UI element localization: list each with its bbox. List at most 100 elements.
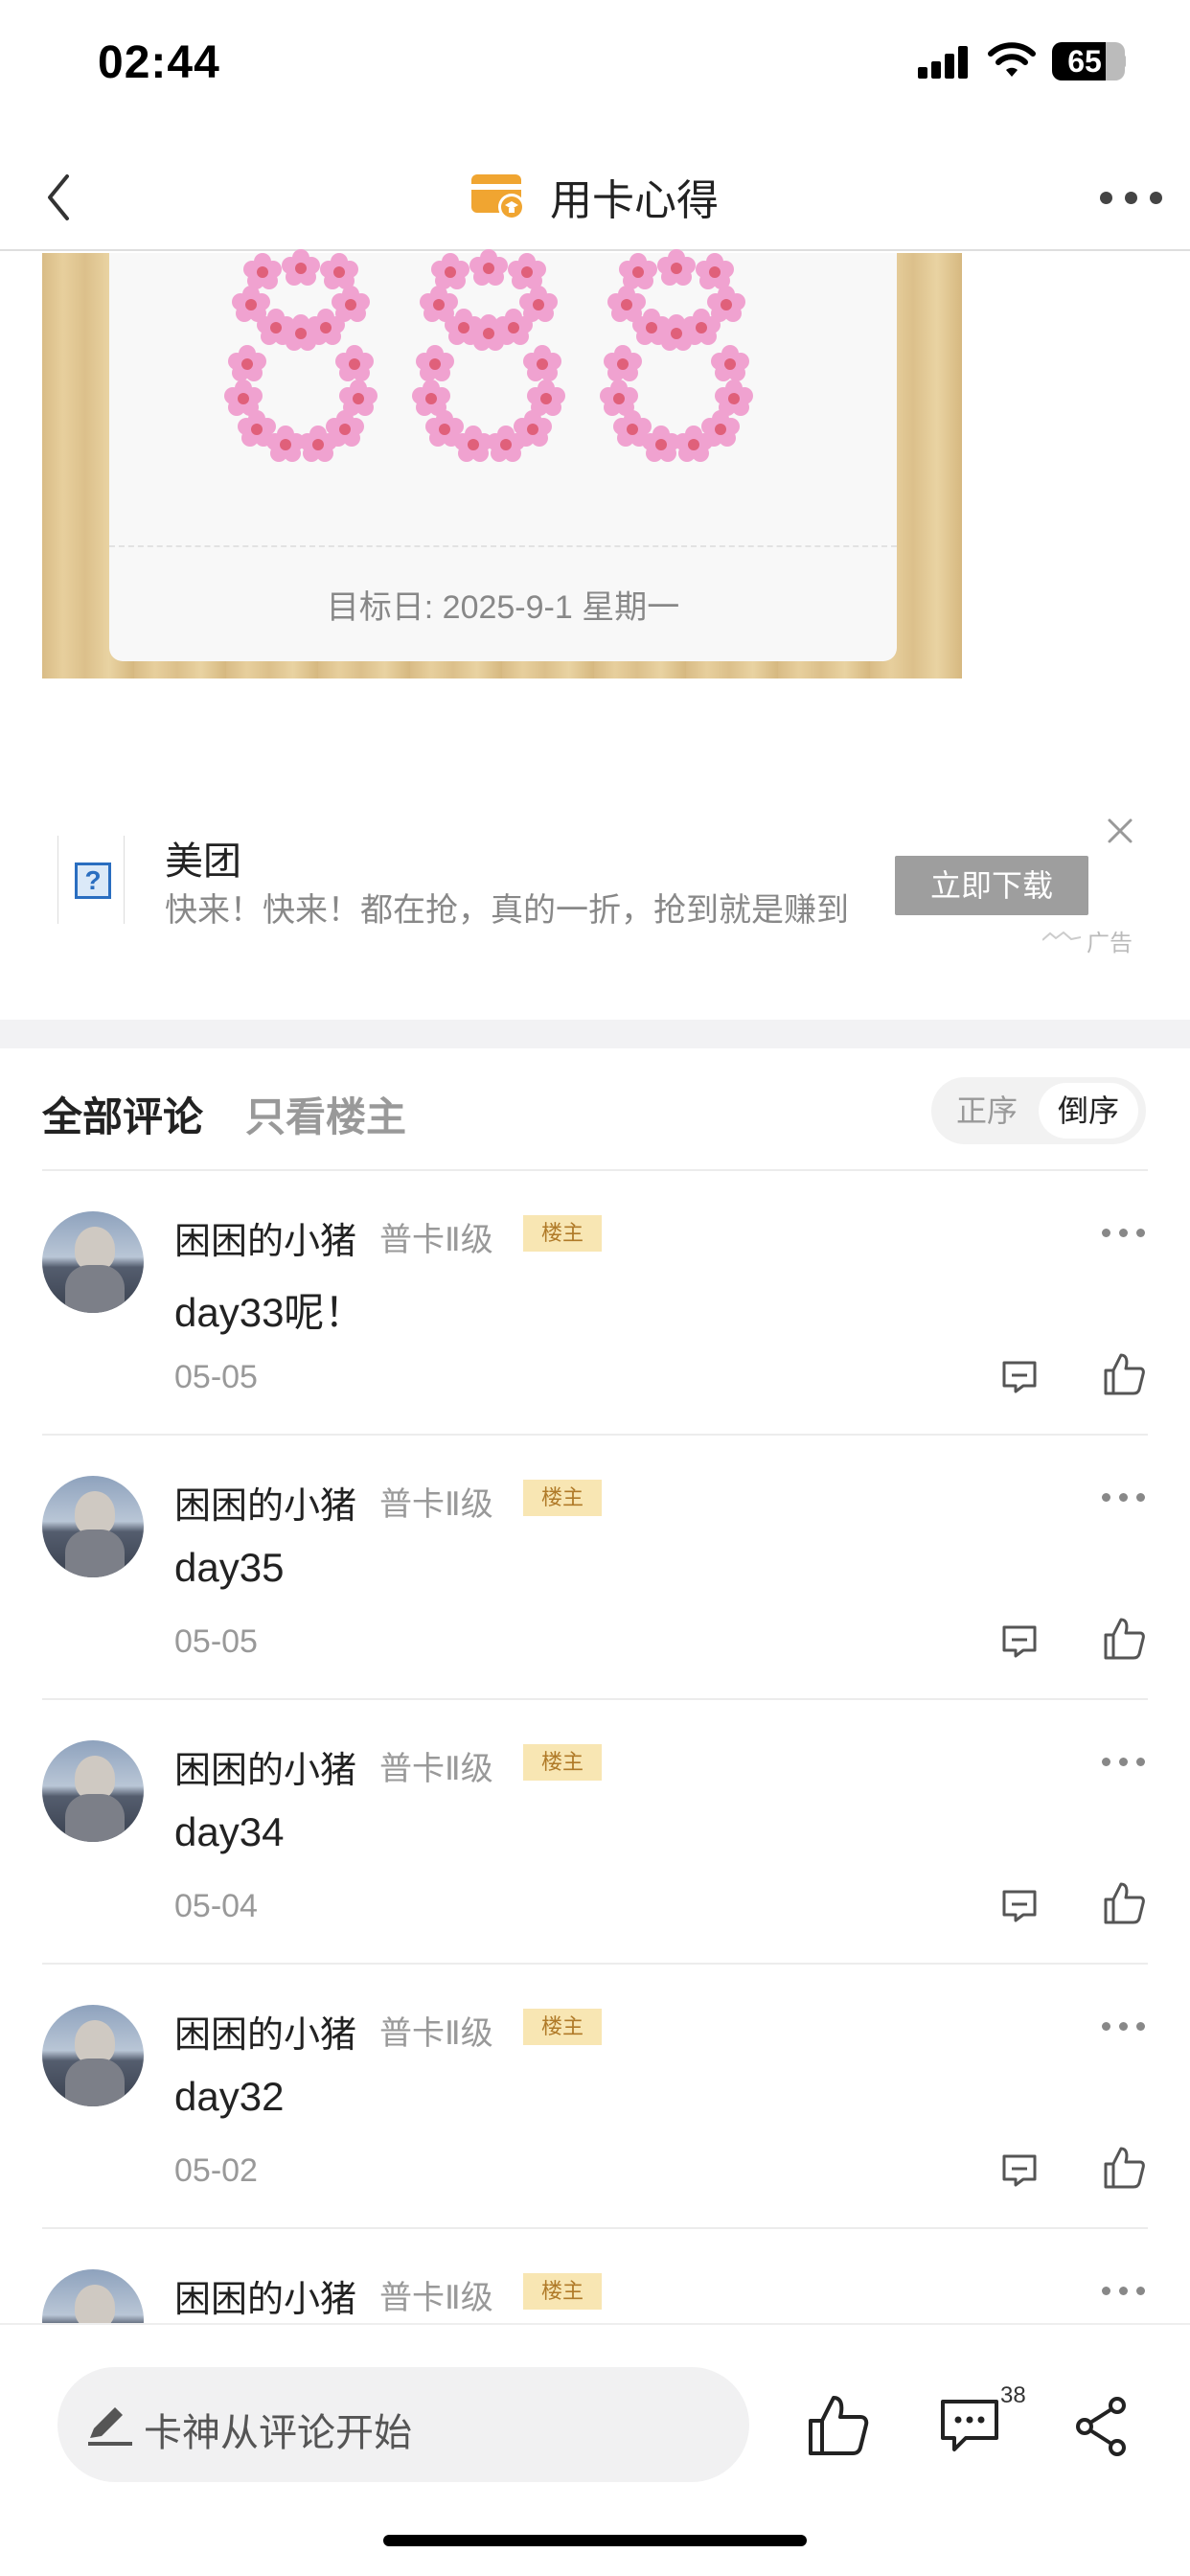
flower-decoration [282, 249, 320, 288]
avatar[interactable] [42, 1740, 144, 1842]
comment-date: 05-05 [174, 1623, 258, 1660]
home-indicator [383, 2535, 807, 2546]
placeholder-image-icon: ? [75, 862, 111, 899]
comment-date: 05-04 [174, 1888, 258, 1924]
comment-item: 困困的小猪 普卡Ⅱ级 楼主 day35 05-05 [0, 1436, 1190, 1700]
target-date: 目标日: 2025-9-1 星期一 [326, 589, 680, 626]
comment-username[interactable]: 困困的小猪 [174, 2269, 356, 2322]
ad-banner[interactable]: ? 美团 快来！快来！都在抢，真的一折，抢到就是赚到 立即下载 广告 [0, 815, 1190, 968]
flower-decoration [711, 345, 749, 383]
flower-decoration [675, 426, 713, 464]
more-icon[interactable] [1102, 1758, 1146, 1769]
flower-decoration [657, 314, 696, 353]
user-level: 普卡Ⅱ级 [379, 2280, 493, 2316]
pencil-icon [88, 2407, 132, 2446]
sort-toggle[interactable]: 正序 倒序 [931, 1077, 1146, 1144]
flower-decoration [469, 249, 508, 288]
signal-icon [918, 44, 970, 79]
more-icon[interactable] [1102, 2022, 1146, 2034]
more-icon[interactable] [1102, 1493, 1146, 1505]
status-bar: 02:44 65 [0, 0, 1190, 125]
flower-decoration [487, 426, 525, 464]
reply-icon[interactable] [1000, 1888, 1039, 1926]
share-icon[interactable] [1073, 2396, 1131, 2457]
ad-description: 快来！快来！都在抢，真的一折，抢到就是赚到 [165, 892, 849, 929]
comment-date: 05-05 [174, 1359, 258, 1395]
user-level: 普卡Ⅱ级 [379, 2015, 493, 2052]
comment-input[interactable]: 卡神从评论开始 [57, 2367, 749, 2482]
card-divider [109, 545, 897, 547]
section-divider [0, 1020, 1190, 1048]
ad-title: 美团 [165, 840, 241, 883]
battery-level: 65 [1067, 44, 1102, 79]
comment-item: 困困的小猪 普卡Ⅱ级 楼主 day32 05-02 [0, 1965, 1190, 2229]
ad-label: 广告 [1087, 931, 1133, 956]
avatar[interactable] [42, 1476, 144, 1577]
nav-title-group: 用卡心得 [469, 163, 719, 230]
sort-ascending-option[interactable]: 正序 [943, 1083, 1031, 1138]
tab-all-comments[interactable]: 全部评论 [42, 1085, 203, 1143]
reply-icon[interactable] [1000, 2152, 1039, 2191]
comment-username[interactable]: 困困的小猪 [174, 1740, 356, 1793]
comment-username[interactable]: 困困的小猪 [174, 1211, 356, 1264]
reply-icon[interactable] [1000, 1623, 1039, 1662]
ad-logo: ? [57, 836, 125, 924]
comment-icon[interactable] [937, 2396, 1002, 2455]
like-icon[interactable] [1102, 1880, 1146, 1926]
comment-username[interactable]: 困困的小猪 [174, 1476, 356, 1529]
reply-icon[interactable] [1000, 1359, 1039, 1397]
countdown-card: 目标日: 2025-9-1 星期一 [109, 249, 897, 661]
avatar[interactable] [42, 1211, 144, 1313]
page-title: 用卡心得 [550, 177, 719, 224]
flower-decoration [282, 314, 320, 353]
comment-text: day32 [174, 2074, 285, 2119]
flower-decoration [657, 249, 696, 288]
avatar[interactable] [42, 2005, 144, 2106]
more-icon[interactable] [1100, 188, 1163, 207]
download-button[interactable]: 立即下载 [895, 856, 1088, 915]
comment-username[interactable]: 困困的小猪 [174, 2005, 356, 2058]
flower-decoration [335, 345, 374, 383]
user-level: 普卡Ⅱ级 [379, 1222, 493, 1258]
user-level: 普卡Ⅱ级 [379, 1751, 493, 1787]
bottom-bar: 卡神从评论开始 38 [0, 2323, 1190, 2576]
owner-badge: 楼主 [523, 1215, 602, 1252]
wifi-icon [988, 42, 1036, 77]
post-image[interactable]: 目标日: 2025-9-1 星期一 [42, 249, 962, 678]
comment-tabs: 全部评论 只看楼主 正序 倒序 [0, 1048, 1190, 1171]
comment-input-placeholder: 卡神从评论开始 [144, 2412, 412, 2454]
like-icon[interactable] [1102, 1616, 1146, 1662]
ad-source-icon [1042, 932, 1081, 941]
like-icon[interactable] [1102, 2145, 1146, 2191]
nav-bar: 用卡心得 [0, 144, 1190, 251]
flower-digits-888 [224, 249, 780, 462]
like-icon[interactable] [1102, 1351, 1146, 1397]
owner-badge: 楼主 [523, 2009, 602, 2045]
more-icon[interactable] [1102, 2287, 1146, 2298]
status-time: 02:44 [98, 37, 220, 88]
back-icon[interactable] [38, 167, 80, 228]
owner-badge: 楼主 [523, 2273, 602, 2310]
comment-text: day34 [174, 1809, 285, 1854]
flower-decoration [228, 345, 266, 383]
owner-badge: 楼主 [523, 1744, 602, 1781]
flower-decoration [416, 345, 454, 383]
card-graduation-icon [471, 174, 525, 220]
comment-text: day35 [174, 1545, 285, 1590]
flower-decoration [523, 345, 561, 383]
user-level: 普卡Ⅱ级 [379, 1486, 493, 1523]
like-icon[interactable] [807, 2394, 870, 2457]
flower-decoration [604, 345, 642, 383]
comment-item: 困困的小猪 普卡Ⅱ级 楼主 day34 05-04 [0, 1700, 1190, 1965]
comment-count: 38 [1000, 2382, 1026, 2408]
close-icon[interactable] [1104, 815, 1136, 847]
avatar[interactable] [42, 2269, 144, 2323]
owner-badge: 楼主 [523, 1480, 602, 1516]
comment-text: day33呢！ [174, 1290, 365, 1335]
tab-owner-only[interactable]: 只看楼主 [245, 1085, 406, 1143]
battery-icon: 65 [1052, 42, 1126, 80]
flower-decoration [469, 314, 508, 353]
comment-item: 困困的小猪 普卡Ⅱ级 楼主 [0, 2229, 1190, 2323]
sort-descending-option[interactable]: 倒序 [1039, 1083, 1138, 1138]
more-icon[interactable] [1102, 1229, 1146, 1240]
